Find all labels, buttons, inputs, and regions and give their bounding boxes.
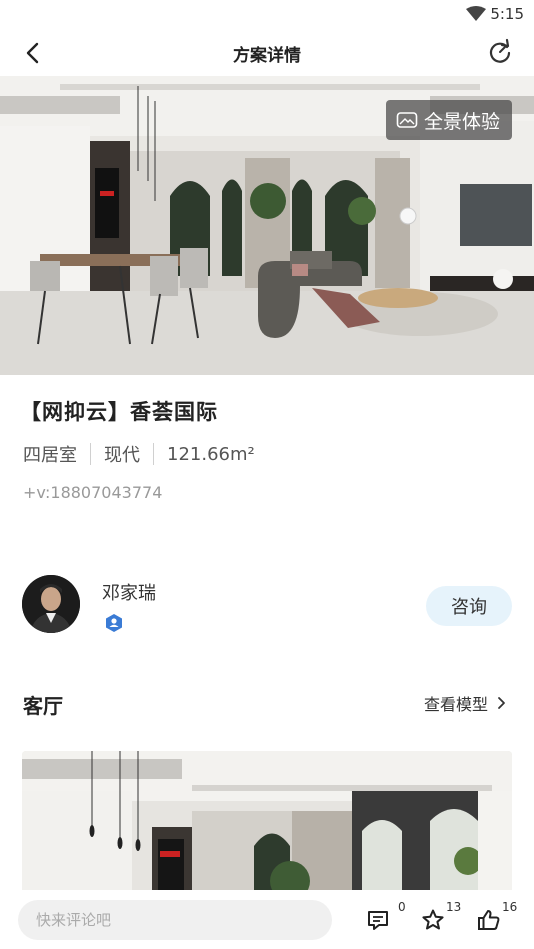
view-model-link[interactable]: 查看模型 (424, 691, 508, 715)
tag-area: 121.66m² (167, 443, 255, 465)
vr-icon (396, 112, 418, 128)
plan-title: 【网抑云】香荟国际 (20, 400, 218, 424)
hero-image[interactable]: 全景体验 (0, 76, 534, 375)
designer-name[interactable]: 邓家瑞 (102, 579, 156, 605)
refresh-icon[interactable] (486, 38, 514, 66)
page-title: 方案详情 (233, 46, 301, 66)
comment-input[interactable] (18, 900, 332, 940)
view-model-label: 查看模型 (423, 695, 488, 714)
wifi-icon (466, 6, 486, 21)
chevron-right-icon (498, 697, 505, 709)
panorama-button[interactable]: 全景体验 (385, 100, 512, 140)
like-count: 16 (502, 900, 518, 914)
tag-style: 现代 (104, 445, 140, 466)
tag-rooms: 四居室 (23, 445, 77, 466)
tag-divider (90, 443, 91, 465)
bottom-bar: 0 13 16 (0, 890, 534, 949)
contact-text: +v:18807043774 (23, 483, 163, 502)
comment-count: 0 (398, 900, 406, 914)
star-icon[interactable] (421, 908, 445, 932)
panorama-label: 全景体验 (423, 110, 500, 133)
tag-divider (153, 443, 154, 465)
designer-row: 邓家瑞 咨询 (22, 575, 512, 633)
thumbs-up-icon[interactable] (477, 908, 501, 932)
consult-button[interactable]: 咨询 (426, 586, 512, 626)
comment-icon[interactable] (366, 908, 390, 932)
status-time: 5:15 (490, 5, 524, 23)
nav-bar: 方案详情 (0, 30, 534, 76)
status-bar: 5:15 (0, 0, 534, 30)
favorite-count: 13 (446, 900, 462, 914)
verified-badge-icon (106, 614, 122, 632)
avatar[interactable] (22, 575, 80, 633)
plan-tags: 四居室 现代 121.66m² (23, 441, 255, 467)
room-title: 客厅 (23, 694, 63, 718)
